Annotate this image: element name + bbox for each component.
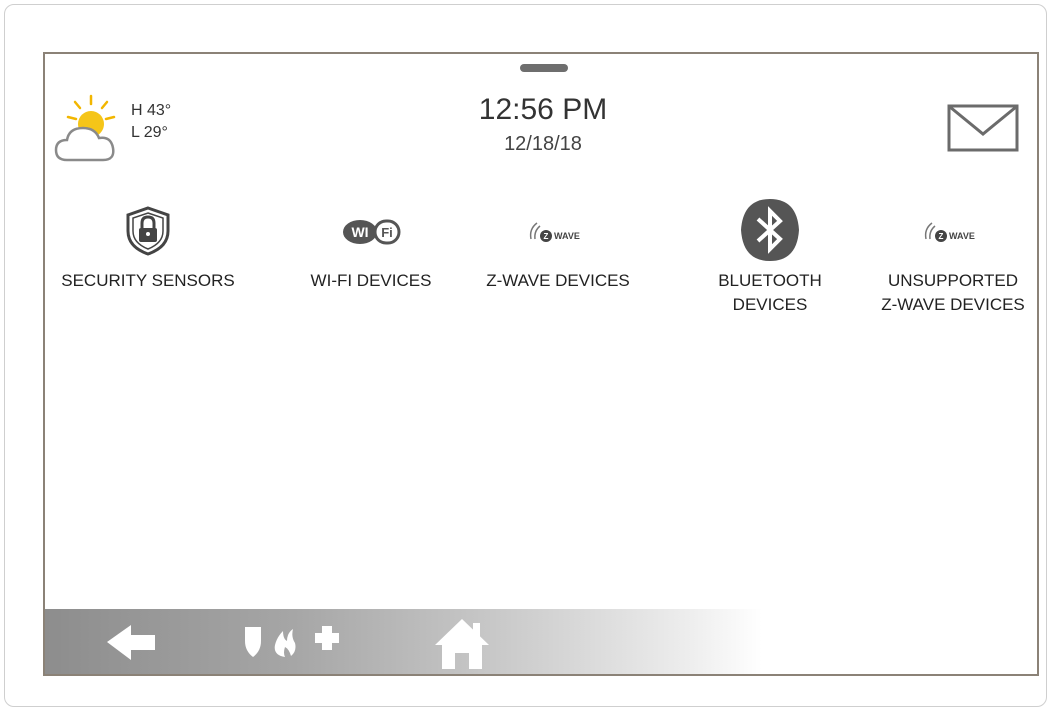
tile-label: UNSUPPORTED Z-WAVE DEVICES: [881, 271, 1025, 314]
flame-icon: [274, 629, 296, 657]
tile-wifi-devices[interactable]: WI Fi WI-FI DEVICES: [271, 199, 471, 293]
tile-bluetooth-devices[interactable]: BLUETOOTH DEVICES: [670, 199, 870, 317]
device-frame: H 43° L 29° 12:56 PM 12/18/18 SECURITY S…: [4, 4, 1047, 707]
bottom-bar: [45, 609, 1037, 674]
pull-down-handle[interactable]: [520, 64, 568, 72]
zwave-logo-icon: Z WAVE: [529, 222, 580, 242]
bluetooth-icon: [741, 199, 799, 261]
svg-text:Z: Z: [939, 232, 944, 241]
envelope-icon: [947, 104, 1019, 152]
weather-widget[interactable]: H 43° L 29°: [53, 90, 193, 166]
svg-text:WI: WI: [351, 224, 368, 240]
weather-low: L 29°: [131, 124, 168, 141]
home-button[interactable]: [427, 609, 497, 674]
svg-text:Z: Z: [544, 232, 549, 241]
tile-label: Z-WAVE DEVICES: [486, 271, 630, 290]
tile-label: SECURITY SENSORS: [61, 271, 235, 290]
svg-text:WAVE: WAVE: [949, 231, 975, 241]
clock-time: 12:56 PM: [478, 93, 608, 126]
zwave-logo-icon: Z WAVE: [924, 222, 975, 242]
shield-icon: [245, 627, 261, 657]
weather-high: H 43°: [131, 102, 172, 119]
tile-zwave-devices[interactable]: Z WAVE Z-WAVE DEVICES: [458, 199, 658, 293]
panel-screen: H 43° L 29° 12:56 PM 12/18/18 SECURITY S…: [43, 52, 1039, 676]
tile-label: BLUETOOTH DEVICES: [718, 271, 822, 314]
emergency-button[interactable]: [225, 609, 375, 674]
tile-unsupported-zwave-devices[interactable]: Z WAVE UNSUPPORTED Z-WAVE DEVICES: [853, 199, 1037, 317]
device-categories: SECURITY SENSORS WI Fi WI-FI DEVICES Z W…: [45, 199, 1037, 339]
svg-text:WAVE: WAVE: [554, 231, 580, 241]
clock-widget: 12:56 PM 12/18/18: [443, 92, 643, 158]
back-arrow-icon: [107, 625, 155, 660]
emergency-icons: [245, 626, 339, 657]
shield-lock-icon: [126, 206, 170, 256]
partly-sunny-icon: [54, 94, 116, 162]
clock-date: 12/18/18: [504, 133, 582, 155]
tile-label: WI-FI DEVICES: [310, 271, 432, 290]
wifi-logo-icon: WI Fi: [343, 219, 401, 245]
svg-text:Fi: Fi: [381, 225, 393, 240]
back-button[interactable]: [97, 609, 167, 674]
home-icon: [435, 619, 489, 669]
medical-cross-icon: [315, 626, 339, 650]
messages-button[interactable]: [947, 104, 1019, 152]
tile-security-sensors[interactable]: SECURITY SENSORS: [48, 199, 248, 293]
